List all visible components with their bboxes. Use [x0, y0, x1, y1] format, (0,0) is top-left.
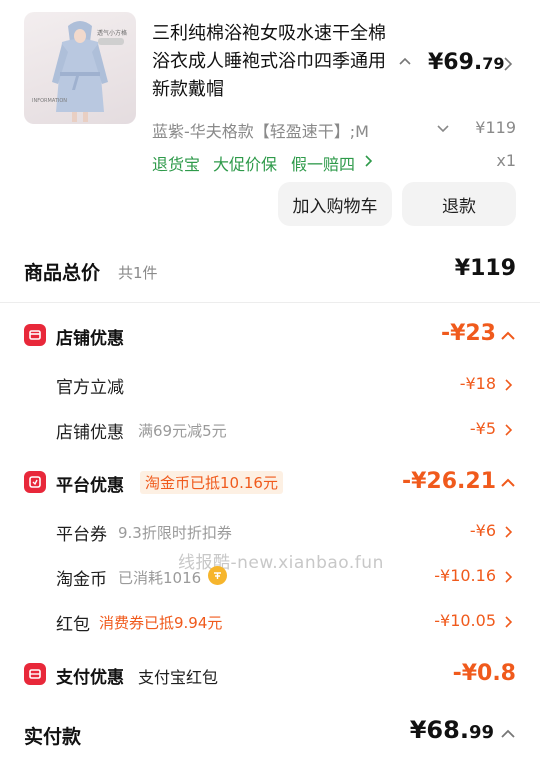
thumb-tag-pill [98, 38, 124, 45]
service-tag-fake-compensation[interactable]: 假一赔四 [291, 151, 355, 175]
total-value: ¥119 [454, 256, 516, 281]
discount-item-shop-value: -¥5 [469, 419, 496, 438]
chevron-up-orange-icon[interactable] [500, 330, 516, 341]
discount-item-redpacket: 红包 [56, 615, 90, 635]
discount-item-taojinbi-sub: 已消耗1016 [118, 569, 202, 587]
coin-icon [208, 566, 227, 585]
platform-icon [24, 471, 46, 493]
taojinbi-tag: 淘金币已抵10.16元 [140, 471, 283, 494]
price-integer: ¥69. [428, 50, 483, 75]
platform-discount-label: 平台优惠 [56, 476, 124, 496]
sku-price: ¥119 [475, 118, 516, 137]
chevron-right-orange-icon[interactable] [504, 570, 513, 584]
pay-discount-label: 支付优惠 [56, 668, 124, 688]
discount-item-taojinbi: 淘金币 [56, 570, 107, 590]
pay-discount-value: -¥0.8 [452, 661, 516, 686]
service-tag-return[interactable]: 退货宝 [152, 151, 200, 175]
discount-item-shop-sub: 满69元减5元 [138, 422, 227, 440]
chevron-up-icon[interactable] [500, 728, 516, 739]
wallet-icon [24, 663, 46, 685]
thumb-info: INFORMATION [32, 98, 68, 104]
platform-discount-value: -¥26.21 [401, 469, 496, 494]
discount-item-official-value: -¥18 [459, 374, 496, 393]
product-price: ¥69.79 [428, 50, 505, 75]
add-to-cart-button[interactable]: 加入购物车 [278, 182, 392, 226]
product-thumbnail[interactable]: 透气小方格 INFORMATION [24, 12, 136, 124]
chevron-right-orange-icon[interactable] [504, 378, 513, 392]
service-tag-price-protect[interactable]: 大促价保 [213, 151, 277, 175]
product-title[interactable]: 三利纯棉浴袍女吸水速干全棉浴衣成人睡袍式浴巾四季通用新款戴帽 [152, 20, 392, 104]
discount-item-coupon: 平台券 [56, 525, 107, 545]
total-label: 商品总价 [24, 262, 101, 284]
shop-icon [24, 324, 46, 346]
price-decimal: 79 [482, 54, 505, 73]
shop-discount-label: 店铺优惠 [56, 329, 124, 349]
divider [0, 302, 540, 303]
chevron-right-green-icon[interactable] [364, 154, 373, 168]
chevron-down-icon[interactable] [436, 124, 450, 134]
product-sku[interactable]: 蓝紫-华夫格款【轻盈速干】;M [152, 118, 422, 142]
total-count: 共1件 [118, 264, 158, 282]
discount-item-official: 官方立减 [56, 378, 124, 398]
paid-label: 实付款 [24, 726, 82, 748]
paid-integer: ¥68. [409, 716, 469, 744]
chevron-right-orange-icon[interactable] [504, 525, 513, 539]
thumb-tag: 透气小方格 [96, 30, 127, 37]
chevron-right-icon[interactable] [503, 56, 513, 72]
shop-discount-value: -¥23 [440, 321, 496, 346]
discount-item-redpacket-sub: 消费券已抵9.94元 [99, 614, 223, 632]
chevron-up-orange-icon[interactable] [500, 477, 516, 488]
paid-value: ¥68.99 [384, 716, 494, 744]
discount-item-taojinbi-value: -¥10.16 [434, 566, 496, 585]
chevron-right-orange-icon[interactable] [504, 615, 513, 629]
discount-item-redpacket-value: -¥10.05 [434, 611, 496, 630]
chevron-up-icon[interactable] [398, 56, 412, 66]
discount-item-shop: 店铺优惠 [56, 423, 124, 443]
discount-item-coupon-value: -¥6 [469, 521, 496, 540]
pay-discount-sub: 支付宝红包 [138, 668, 219, 687]
refund-button[interactable]: 退款 [402, 182, 516, 226]
chevron-right-orange-icon[interactable] [504, 423, 513, 437]
product-quantity: x1 [496, 151, 516, 170]
discount-item-coupon-sub: 9.3折限时折扣券 [118, 524, 232, 542]
paid-decimal: 99 [468, 722, 494, 743]
